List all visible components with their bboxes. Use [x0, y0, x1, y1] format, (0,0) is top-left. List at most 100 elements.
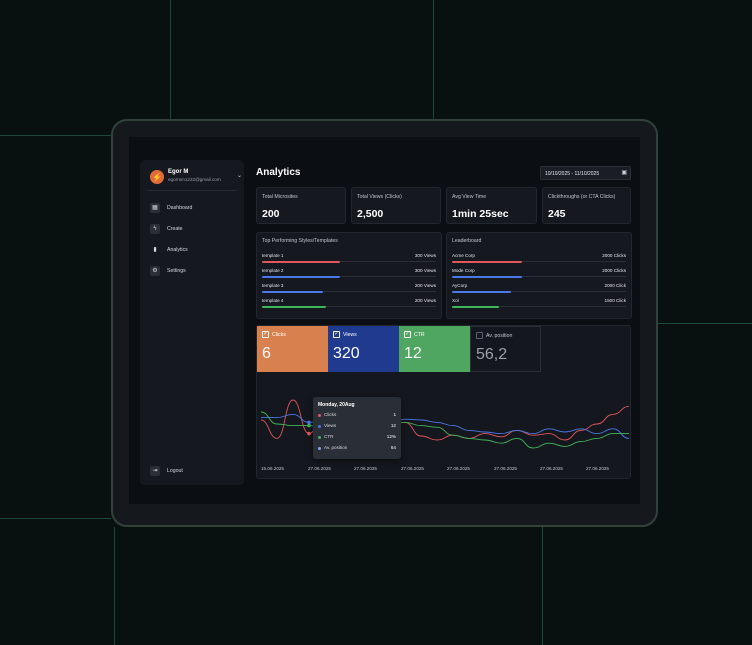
tooltip-value: 12% — [386, 434, 396, 439]
metric-label: Views — [343, 332, 357, 338]
bg-line — [170, 0, 171, 119]
stat-card: Clickthroughs (or CTA Clicks) 245 — [542, 187, 631, 224]
tooltip-value: 12 — [390, 423, 396, 428]
metric-value: 56,2 — [476, 346, 508, 363]
user-name: Egor M — [168, 169, 189, 175]
stat-value: 1min 25sec — [452, 208, 509, 220]
row-name: Xol — [452, 298, 459, 303]
metric-value: 6 — [262, 345, 271, 362]
date-range-picker[interactable]: 10/10/2025 - 11/10/2025 ▣ — [540, 166, 631, 180]
x-tick-label: 27.06.2025 — [308, 466, 331, 471]
checkbox[interactable] — [476, 332, 483, 339]
row-value: 1500 Click — [604, 298, 626, 303]
row-value: 300 Views — [414, 268, 436, 273]
stat-label: Total Microsites — [262, 194, 298, 200]
user-profile[interactable]: ⚡ Egor M egormm1222@gmail.com ⌄ — [148, 168, 242, 190]
bg-line — [0, 518, 111, 519]
stat-label: Avg View Time — [452, 194, 487, 200]
sidebar-item-label: Settings — [167, 268, 186, 274]
list-item[interactable]: Acme Corp 2000 Clicks — [452, 253, 626, 267]
tooltip-label: Views — [324, 423, 337, 428]
tooltip-value: 64 — [390, 445, 396, 450]
bolt-icon: ϟ — [150, 224, 160, 234]
bg-line — [114, 527, 115, 645]
stat-value: 200 — [262, 208, 280, 220]
checkbox[interactable]: ✓ — [262, 331, 269, 338]
list-item[interactable]: template 4 200 Views — [262, 298, 436, 312]
tooltip-label: Av. position — [324, 445, 348, 450]
bg-line — [0, 135, 111, 136]
stat-card: Avg View Time 1min 25sec — [446, 187, 537, 224]
metric-value: 12 — [404, 345, 422, 362]
series-point-ctr — [307, 423, 311, 428]
stat-value: 245 — [548, 208, 566, 220]
row-value: 200 Views — [414, 283, 436, 288]
tooltip-row: CTR 12% — [318, 434, 398, 442]
stat-value: 2,500 — [357, 208, 384, 220]
sidebar-item-dashboard[interactable]: ▦ Dashboard — [148, 200, 238, 216]
bar-chart-icon: ▮ — [153, 247, 157, 253]
sidebar-item-settings[interactable]: ⚙ Settings — [148, 263, 238, 279]
logout-button[interactable]: ⇥ Logout — [148, 465, 228, 479]
gear-icon: ⚙ — [150, 266, 160, 276]
x-tick-label: 27.06.2025 — [401, 466, 424, 471]
row-name: Acme Corp — [452, 253, 475, 258]
chevron-down-icon[interactable]: ⌄ — [237, 172, 242, 179]
progress-bar — [452, 260, 522, 263]
leaderboard-panel: Leaderboard Acme Corp 2000 Clicks Mode C… — [446, 232, 632, 319]
metric-label: Av. position — [486, 333, 513, 339]
stat-card: Total Views (Clicks) 2,500 — [351, 187, 441, 224]
metric-label: CTR — [414, 332, 425, 338]
progress-bar — [262, 275, 341, 278]
metric-tab-views[interactable]: ✓ Views 320 — [328, 326, 399, 372]
x-tick-label: 27.06.2025 — [354, 466, 377, 471]
row-value: 2000 Click — [604, 283, 626, 288]
x-tick-label: 27.06.2025 — [447, 466, 470, 471]
stat-card: Total Microsites 200 — [256, 187, 346, 224]
tooltip-value: 1 — [393, 412, 396, 417]
checkbox[interactable]: ✓ — [404, 331, 411, 338]
user-email: egormm1222@gmail.com — [168, 177, 221, 182]
date-range-value: 10/10/2025 - 11/10/2025 — [545, 170, 600, 177]
logout-label: Logout — [167, 468, 183, 474]
row-name: template 1 — [262, 253, 284, 258]
metric-tab-av-position[interactable]: Av. position 56,2 — [470, 326, 541, 372]
top-templates-panel: Top Performing Styles/Templates template… — [256, 232, 442, 319]
list-item[interactable]: AyCorp 2000 Click — [452, 283, 626, 297]
progress-bar — [262, 260, 341, 263]
row-value: 300 Views — [414, 253, 436, 258]
sidebar-item-analytics[interactable]: ▮ Analytics — [148, 242, 238, 258]
calendar-icon[interactable]: ▣ — [621, 169, 627, 176]
progress-bar — [262, 305, 327, 308]
metric-tab-clicks[interactable]: ✓ Clicks 6 — [257, 326, 328, 372]
list-item[interactable]: template 3 200 Views — [262, 283, 436, 297]
tooltip-title: Monday, 20Aug — [318, 402, 355, 408]
sidebar-item-label: Analytics — [167, 247, 188, 253]
row-name: template 4 — [262, 298, 284, 303]
bg-line — [542, 527, 543, 645]
panel-title: Top Performing Styles/Templates — [262, 238, 338, 244]
row-value: 200 Views — [414, 298, 436, 303]
list-item[interactable]: template 2 300 Views — [262, 268, 436, 282]
list-item[interactable]: Xol 1500 Click — [452, 298, 626, 312]
stat-label: Total Views (Clicks) — [357, 194, 402, 200]
legend-dot — [318, 436, 321, 439]
panel-title: Leaderboard — [452, 238, 482, 244]
row-name: template 2 — [262, 268, 284, 273]
legend-dot — [318, 414, 321, 417]
list-item[interactable]: Mode Corp 2000 Clicks — [452, 268, 626, 282]
checkbox[interactable]: ✓ — [333, 331, 340, 338]
progress-bar — [262, 290, 323, 293]
series-point-clicks — [307, 431, 311, 436]
metric-tab-ctr[interactable]: ✓ CTR 12 — [399, 326, 470, 372]
tooltip-label: Clicks — [324, 412, 337, 417]
x-tick-label: 27.06.2025 — [586, 466, 609, 471]
legend-dot — [318, 425, 321, 428]
list-item[interactable]: template 1 300 Views — [262, 253, 436, 267]
tooltip-row: Views 12 — [318, 423, 398, 431]
stat-label: Clickthroughs (or CTA Clicks) — [548, 194, 616, 200]
tooltip-row: Clicks 1 — [318, 412, 398, 420]
sidebar-item-create[interactable]: ϟ Create — [148, 221, 238, 237]
row-name: AyCorp — [452, 283, 468, 288]
progress-bar — [452, 305, 499, 308]
